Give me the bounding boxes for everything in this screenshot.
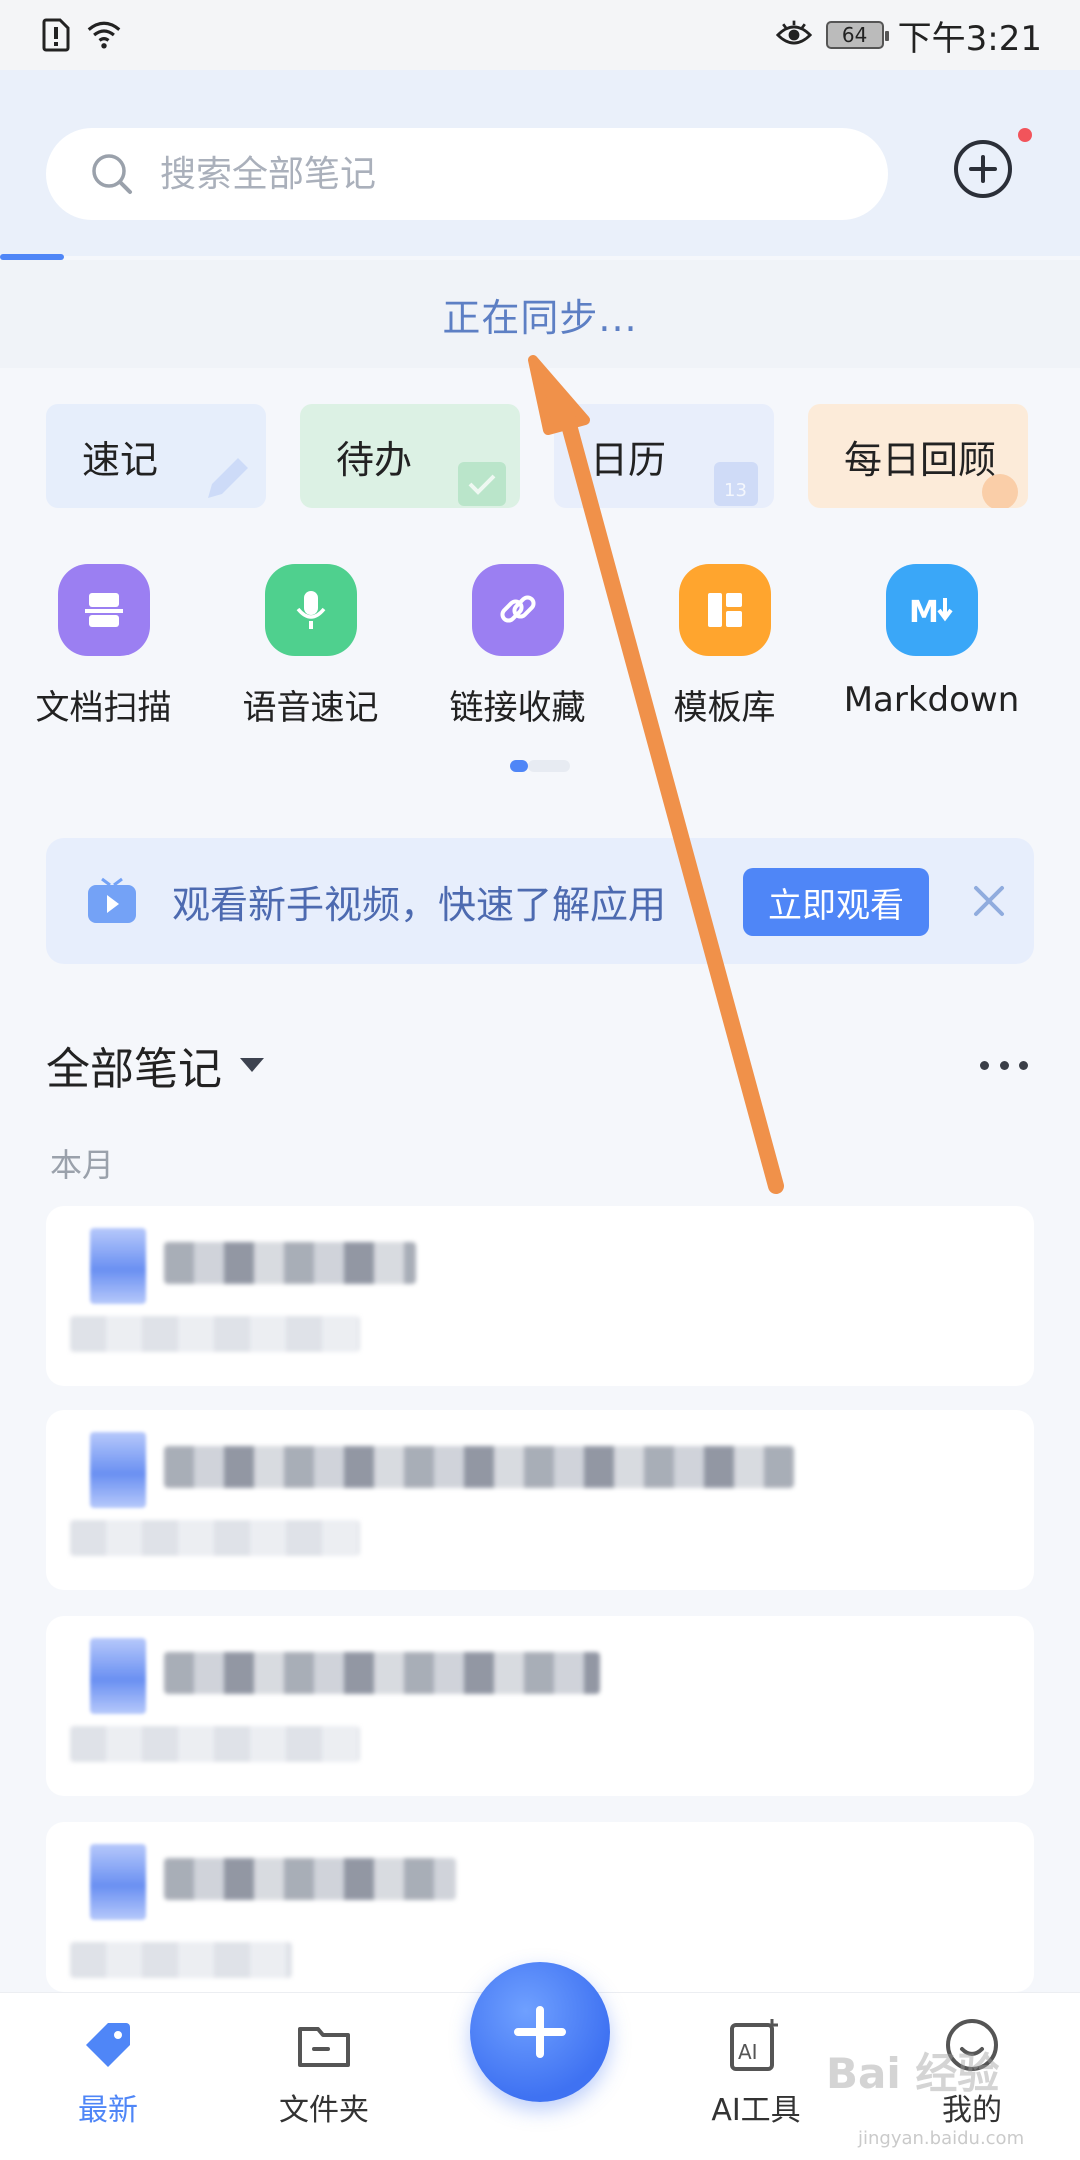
- plus-icon: [969, 155, 997, 183]
- quick-card-label: 待办: [336, 437, 413, 482]
- tool-label: 语音速记: [242, 688, 379, 728]
- quick-cards: 速记 待办 日历 13 每日回顾: [46, 404, 1080, 508]
- svg-text:13: 13: [724, 480, 747, 501]
- note-subtitle-blurred: [70, 1520, 360, 1556]
- svg-text:AI: AI: [738, 2040, 758, 2064]
- sim-alert-icon: [42, 18, 70, 52]
- template-icon: [678, 564, 771, 656]
- tool-partial[interactable]: 微: [1035, 564, 1080, 744]
- video-banner: 观看新手视频，快速了解应用 立即观看: [46, 838, 1034, 964]
- note-title-blurred: [164, 1242, 416, 1284]
- microphone-icon: [264, 564, 357, 656]
- link-icon: [471, 564, 564, 656]
- status-bar: 64 下午3:21: [0, 0, 1080, 70]
- note-doc-icon: [90, 1638, 146, 1714]
- nav-label: AI工具: [711, 2093, 801, 2128]
- quick-card-label: 速记: [82, 437, 159, 482]
- clock: 下午3:21: [897, 18, 1042, 59]
- sync-status-text: 正在同步...: [442, 295, 638, 340]
- banner-text: 观看新手视频，快速了解应用: [172, 882, 667, 927]
- nav-label: 最新: [78, 2093, 138, 2128]
- note-doc-icon: [90, 1844, 146, 1920]
- watermark: Bai 经验: [826, 2049, 1000, 2098]
- tag-icon: [86, 2023, 130, 2067]
- quick-card-calendar[interactable]: 日历 13: [554, 404, 774, 508]
- wifi-icon: [87, 21, 121, 49]
- pencil-icon: [208, 458, 248, 498]
- note-subtitle-blurred: [70, 1942, 292, 1978]
- notes-title[interactable]: 全部笔记: [46, 1033, 222, 1097]
- create-note-fab[interactable]: [470, 1962, 610, 2102]
- watch-now-button[interactable]: 立即观看: [743, 868, 929, 936]
- tv-video-icon: [88, 877, 136, 923]
- quick-card-daily-review[interactable]: 每日回顾: [808, 404, 1028, 508]
- note-card[interactable]: [46, 1206, 1034, 1386]
- add-button[interactable]: [954, 140, 1012, 198]
- plus-icon: [514, 2006, 566, 2058]
- folder-icon: [298, 2027, 350, 2067]
- nav-latest[interactable]: 最新: [0, 1993, 216, 2160]
- scan-icon: [57, 564, 150, 656]
- banner-close-button[interactable]: [964, 876, 1014, 926]
- note-subtitle-blurred: [70, 1316, 360, 1352]
- watermark-url: jingyan.baidu.com: [858, 2128, 1025, 2149]
- tool-markdown[interactable]: M Markdown: [828, 564, 1035, 744]
- checklist-icon: [458, 462, 506, 506]
- status-left: [38, 17, 122, 53]
- note-title-blurred: [164, 1858, 456, 1900]
- quick-card-todo[interactable]: 待办: [300, 404, 520, 508]
- status-right: 64 下午3:21: [775, 11, 1042, 60]
- header: [0, 70, 1080, 256]
- quick-card-memo[interactable]: 速记: [46, 404, 266, 508]
- tool-doc-scan[interactable]: 文档扫描: [0, 564, 207, 744]
- note-subtitle-blurred: [70, 1726, 360, 1762]
- calendar-icon: 13: [714, 462, 758, 506]
- sync-bar: 正在同步...: [0, 260, 1080, 368]
- tool-label: 文档扫描: [35, 688, 172, 728]
- note-doc-icon: [90, 1228, 146, 1304]
- nav-label: 文件夹: [279, 2093, 369, 2128]
- tool-link-collect[interactable]: 链接收藏: [414, 564, 621, 744]
- svg-text:M: M: [909, 595, 939, 630]
- more-dot: [999, 1060, 1009, 1070]
- tool-label: 模板库: [673, 688, 776, 728]
- chevron-down-icon[interactable]: [240, 1058, 264, 1072]
- ai-icon: AI: [730, 2019, 778, 2071]
- more-options-button[interactable]: [974, 1050, 1034, 1080]
- notification-dot: [1018, 128, 1032, 142]
- note-title-blurred: [164, 1446, 794, 1488]
- tool-template-library[interactable]: 模板库: [621, 564, 828, 744]
- note-card[interactable]: [46, 1616, 1034, 1796]
- tool-row: 文档扫描 语音速记 链接收藏 模板库 M Markdown 微: [0, 564, 1080, 744]
- note-card[interactable]: [46, 1410, 1034, 1590]
- pager-dot-active: [510, 760, 528, 772]
- tool-label: Markdown: [843, 680, 1020, 720]
- month-group-label: 本月: [50, 1146, 115, 1184]
- markdown-icon: M: [885, 564, 978, 656]
- quick-card-label: 日历: [590, 437, 667, 482]
- notes-header: 全部笔记: [46, 1030, 1034, 1100]
- tool-voice-memo[interactable]: 语音速记: [207, 564, 414, 744]
- more-dot: [980, 1060, 989, 1070]
- tool-pager: [510, 760, 570, 772]
- pager-dot: [528, 760, 570, 772]
- search-input[interactable]: [160, 153, 820, 195]
- eye-icon: [775, 20, 812, 45]
- more-dot: [1019, 1060, 1028, 1070]
- search-icon: [92, 154, 132, 194]
- note-title-blurred: [164, 1652, 600, 1694]
- battery-indicator: 64: [825, 21, 889, 49]
- review-icon: [982, 474, 1018, 508]
- nav-folders[interactable]: 文件夹: [216, 1993, 432, 2160]
- tool-label: 链接收藏: [449, 688, 586, 728]
- close-icon: [974, 886, 1004, 916]
- search-box[interactable]: [46, 128, 888, 220]
- note-doc-icon: [90, 1432, 146, 1508]
